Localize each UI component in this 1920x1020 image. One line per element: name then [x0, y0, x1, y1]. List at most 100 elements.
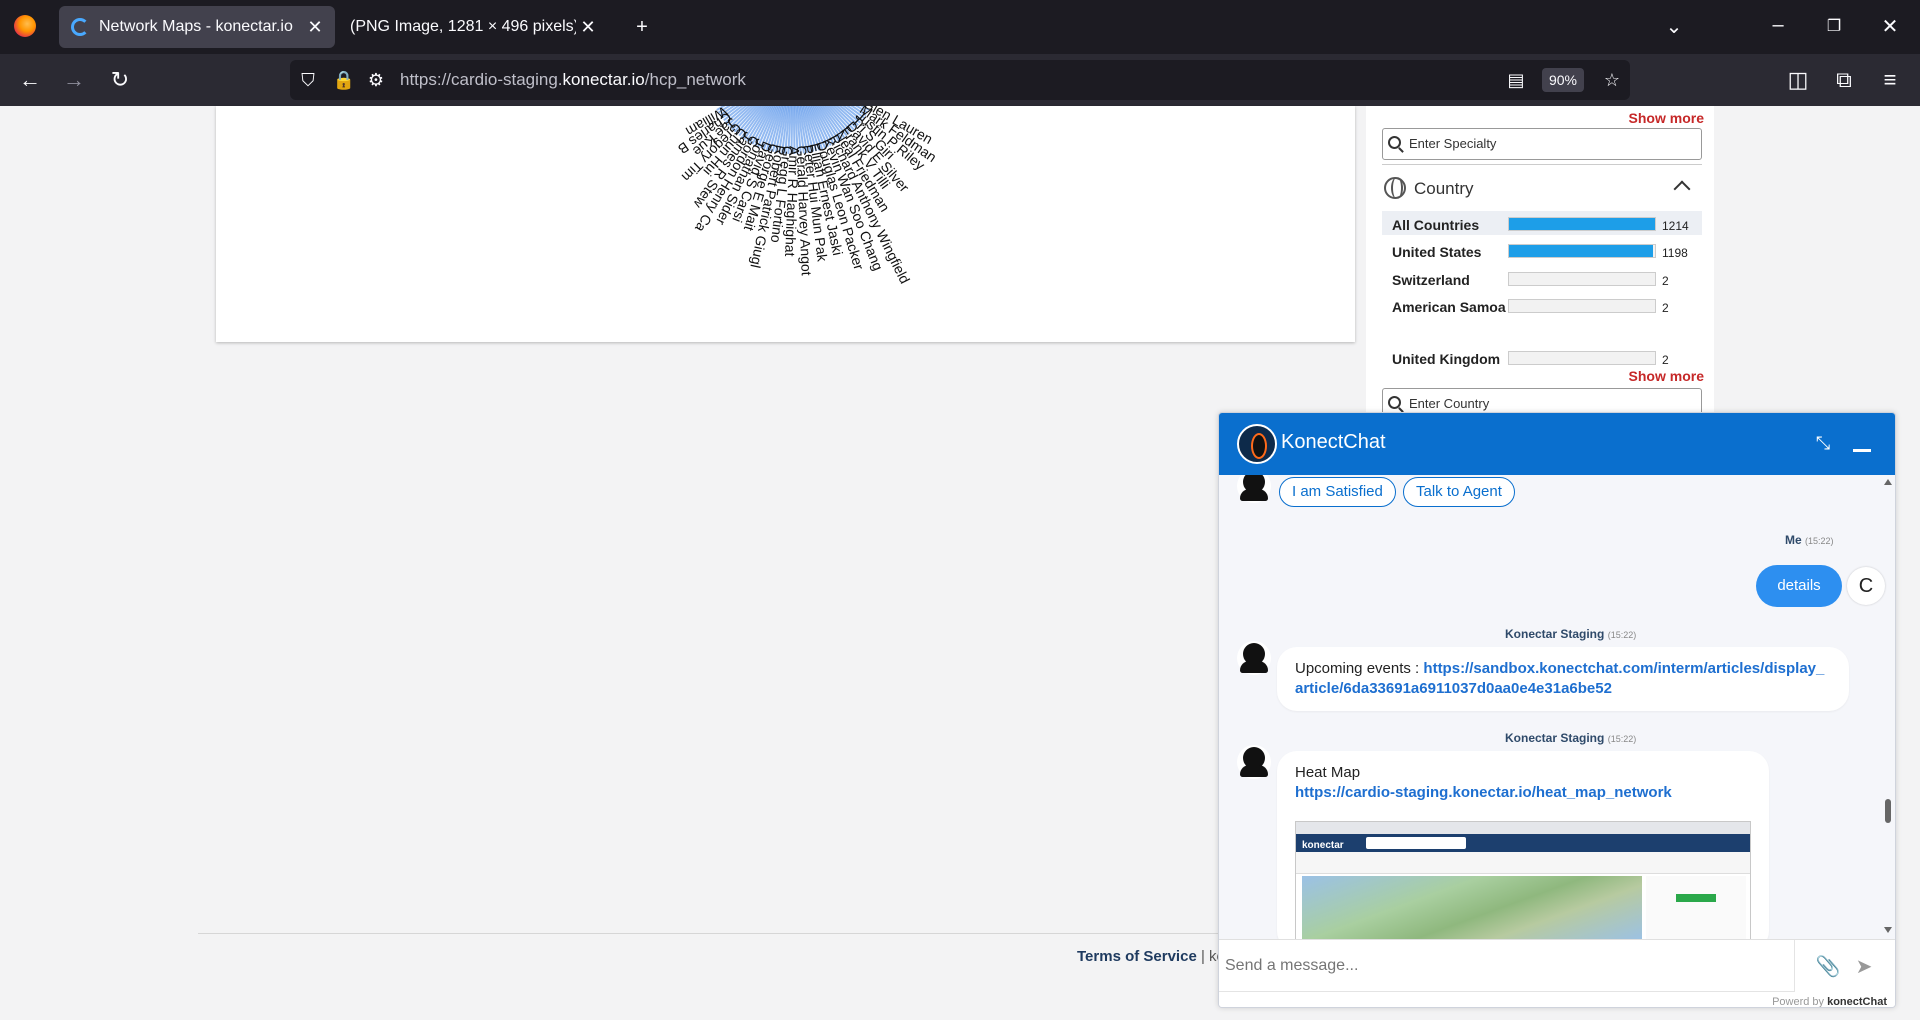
talk-to-agent-button[interactable]: Talk to Agent — [1403, 477, 1515, 507]
close-icon[interactable]: ✕ — [1874, 12, 1906, 42]
chat-scroll-thumb[interactable] — [1885, 799, 1891, 823]
send-icon[interactable]: ➤ — [1851, 954, 1877, 980]
tab-close-icon[interactable]: ✕ — [576, 17, 600, 38]
preview-apply-button — [1676, 894, 1716, 902]
minimize-icon[interactable]: – — [1762, 10, 1794, 40]
tab-title: (PNG Image, 1281 × 496 pixels) — [350, 18, 576, 35]
filter-panel: Show more Enter Specialty Country All Co… — [1366, 106, 1714, 414]
country-row-united-kingdom[interactable]: United Kingdom 2 — [1382, 345, 1702, 369]
loading-favicon-icon — [71, 18, 89, 36]
country-count: 2 — [1662, 353, 1669, 367]
specialty-placeholder: Enter Specialty — [1409, 136, 1497, 151]
restore-icon[interactable]: ❐ — [1818, 12, 1850, 42]
chat-minimize-icon[interactable] — [1853, 449, 1871, 452]
konectchat-widget: KonectChat ⤡ I am Satisfied Talk to Agen… — [1218, 412, 1896, 1008]
country-bar-track — [1508, 272, 1656, 286]
user-message-time: (15:22) — [1805, 536, 1834, 546]
bot-message-bubble: Upcoming events : https://sandbox.konect… — [1277, 647, 1849, 711]
konectchat-logo-icon — [1237, 424, 1277, 464]
heat-map-label: Heat Map — [1295, 764, 1361, 781]
country-bar-track — [1508, 299, 1656, 313]
menu-icon[interactable]: ≡ — [1874, 65, 1906, 95]
country-row-all-countries[interactable]: All Countries 1214 — [1382, 211, 1702, 235]
bot-message-meta: Konectar Staging (15:22) — [1505, 627, 1636, 641]
chat-message-input[interactable] — [1219, 940, 1795, 992]
shield-icon[interactable]: ⛉ — [296, 68, 320, 92]
country-filter-section: Country All Countries 1214 United States… — [1382, 164, 1702, 367]
upcoming-events-label: Upcoming events : — [1295, 660, 1424, 677]
bot-avatar-icon — [1237, 641, 1271, 675]
powered-by-prefix: Powerd by — [1772, 996, 1828, 1008]
i-am-satisfied-button[interactable]: I am Satisfied — [1279, 477, 1396, 507]
chevron-up-icon[interactable] — [1673, 180, 1691, 198]
country-name: United Kingdom — [1392, 351, 1501, 367]
search-icon — [1388, 396, 1401, 409]
chat-scrollbar[interactable] — [1883, 477, 1893, 937]
powered-by-text: Powerd by konectChat — [1772, 996, 1887, 1008]
country-placeholder: Enter Country — [1409, 396, 1490, 411]
url-domain: konectar.io — [562, 70, 645, 89]
bookmark-star-icon[interactable]: ☆ — [1600, 68, 1624, 92]
hcp-network-graph[interactable]: WilliamCharles BJae KueGregory TimChun H… — [216, 106, 1355, 342]
heat-map-link[interactable]: https://cardio-staging.konectar.io/heat_… — [1295, 784, 1672, 801]
browser-nav-bar: ← → ↻ ⛉ 🔒 ⚙ https://cardio-staging.konec… — [0, 54, 1920, 106]
url-text[interactable]: https://cardio-staging.konectar.io/hcp_n… — [400, 70, 746, 90]
country-count: 2 — [1662, 301, 1669, 315]
country-row-american-samoa[interactable]: American Samoa 2 — [1382, 293, 1702, 337]
bot-name: Konectar Staging — [1505, 731, 1605, 745]
reader-view-icon[interactable]: ▤ — [1504, 68, 1528, 92]
country-count: 2 — [1662, 274, 1669, 288]
bot-name: Konectar Staging — [1505, 627, 1605, 641]
preview-browser-bar — [1296, 822, 1750, 834]
terms-of-service-link[interactable]: Terms of Service — [1077, 948, 1197, 965]
shrink-icon[interactable]: ⤡ — [1811, 431, 1835, 455]
specialty-show-more-link[interactable]: Show more — [1629, 110, 1704, 126]
preview-map — [1302, 876, 1642, 939]
paperclip-icon[interactable]: 📎 — [1815, 954, 1841, 980]
tab-png-image[interactable]: (PNG Image, 1281 × 496 pixels) ✕ — [338, 6, 608, 48]
extensions-icon[interactable]: ⧉ — [1828, 65, 1860, 95]
user-message-meta: Me (15:22) — [1785, 533, 1834, 547]
tab-list-icon[interactable]: ⌄ — [1658, 12, 1690, 42]
country-bar-track — [1508, 351, 1656, 365]
country-row-united-states[interactable]: United States 1198 — [1382, 238, 1702, 262]
country-filter-header[interactable]: Country — [1382, 175, 1702, 205]
tab-network-maps[interactable]: Network Maps - konectar.io ✕ — [59, 6, 335, 48]
footer-links: Terms of Service | ko — [1077, 948, 1225, 965]
permissions-icon[interactable]: ⚙ — [364, 68, 388, 92]
reload-icon[interactable]: ↻ — [104, 65, 136, 95]
scroll-up-arrow-icon[interactable] — [1884, 479, 1892, 485]
country-row-switzerland[interactable]: Switzerland 2 — [1382, 266, 1702, 290]
preview-nav-bar: konectar — [1296, 834, 1750, 852]
country-bar-fill — [1509, 245, 1654, 257]
search-icon — [1388, 136, 1401, 149]
scroll-down-arrow-icon[interactable] — [1884, 927, 1892, 933]
back-icon[interactable]: ← — [14, 65, 46, 95]
bot-message-meta: Konectar Staging (15:22) — [1505, 731, 1636, 745]
country-count: 1214 — [1662, 219, 1689, 233]
chat-messages[interactable]: I am Satisfied Talk to Agent Me (15:22) … — [1219, 475, 1895, 939]
zoom-level-badge[interactable]: 90% — [1542, 68, 1584, 92]
chat-input-area: 📎 ➤ Powerd by konectChat — [1219, 939, 1895, 1008]
forward-icon[interactable]: → — [58, 65, 90, 95]
country-show-more-link[interactable]: Show more — [1629, 368, 1704, 384]
country-name: American Samoa — [1392, 299, 1506, 315]
pocket-icon[interactable]: ◫ — [1782, 65, 1814, 95]
country-name: All Countries — [1392, 217, 1480, 233]
powered-by-brand: konectChat — [1827, 996, 1887, 1008]
country-bar-fill — [1509, 218, 1655, 230]
lock-icon[interactable]: 🔒 — [332, 68, 356, 92]
url-bar[interactable]: ⛉ 🔒 ⚙ https://cardio-staging.konectar.io… — [290, 60, 1630, 100]
bot-message-time: (15:22) — [1607, 630, 1637, 640]
new-tab-icon[interactable]: + — [626, 12, 658, 42]
tab-close-icon[interactable]: ✕ — [303, 17, 327, 38]
bot-message-bubble: Heat Map https://cardio-staging.konectar… — [1277, 751, 1769, 939]
country-name: United States — [1392, 244, 1482, 260]
bot-avatar-icon — [1237, 745, 1271, 779]
firefox-icon[interactable] — [14, 15, 36, 37]
tab-title: Network Maps - konectar.io — [99, 18, 293, 35]
country-search-input[interactable]: Enter Country — [1382, 388, 1702, 414]
specialty-search-input[interactable]: Enter Specialty — [1382, 128, 1702, 160]
heat-map-preview-image[interactable]: konectar — [1295, 821, 1751, 939]
network-map-card: William Charles B Jae Kue Gregory Tim Chun H… — [216, 106, 1355, 342]
